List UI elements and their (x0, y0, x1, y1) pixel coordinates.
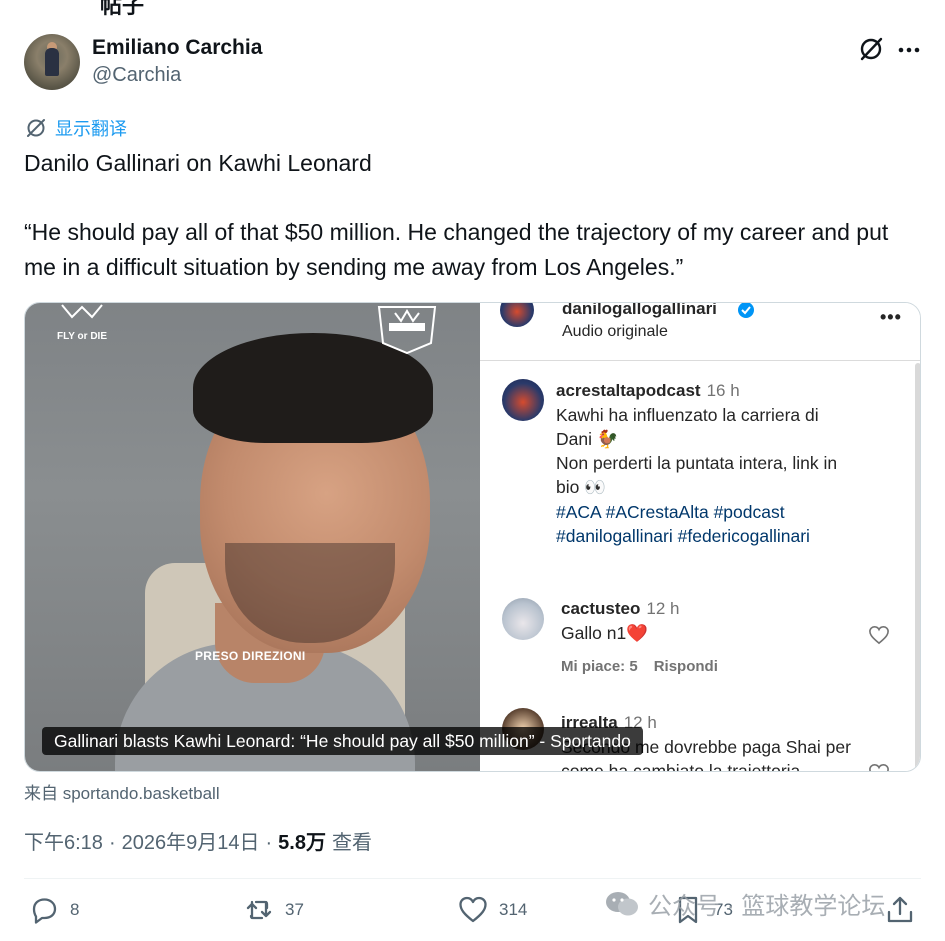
heart-icon (869, 625, 889, 645)
ig-comment-text: come ha cambiato la traiettoria (561, 761, 801, 772)
watermark: 公众号 · 篮球教学论坛 (604, 886, 885, 921)
translate-icon (27, 119, 45, 137)
ig-comment-text: Kawhi ha influenzato la carriera di (556, 405, 819, 425)
ig-hashtags: #ACA #ACrestaAlta #podcast (556, 502, 785, 522)
repost-count: 37 (285, 900, 304, 919)
heart-icon (869, 763, 889, 771)
tweet-line: Danilo Gallinari on Kawhi Leonard (24, 150, 372, 176)
author-handle[interactable]: @Carchia (92, 64, 181, 87)
instagram-screenshot: danilogallogallinari Audio originale •••… (480, 302, 920, 772)
video-logo-right (377, 306, 437, 355)
grok-icon[interactable] (858, 36, 884, 62)
views-label: 查看 (331, 832, 372, 854)
meta-separator: · (265, 832, 273, 854)
translate-label: 显示翻译 (55, 119, 127, 139)
ig-comment-text: bio 👀 (556, 477, 607, 497)
share-icon (887, 896, 913, 923)
tweet-text: Danilo Gallinari on Kawhi Leonard “He sh… (24, 146, 921, 285)
reply-icon (32, 898, 57, 924)
repost-button[interactable]: 37 (243, 892, 304, 928)
share-button[interactable] (884, 892, 916, 928)
heart-icon (459, 896, 487, 923)
ig-post-sub: Audio originale (562, 323, 668, 340)
video-burned-caption: PRESO DIREZIONI (195, 649, 306, 663)
video-logo-left: FLY or DIE (47, 303, 117, 343)
ig-post-header: danilogallogallinari Audio originale ••• (480, 302, 920, 361)
verified-badge-icon (738, 303, 754, 318)
link-source[interactable]: 来自 sportando.basketball (24, 779, 220, 804)
repost-icon (246, 900, 272, 920)
ig-avatar (502, 379, 544, 421)
wechat-icon (606, 891, 638, 915)
ig-avatar (502, 598, 544, 640)
ig-post-user: danilogallogallinari (562, 302, 717, 318)
views-count: 5.8万 (278, 832, 326, 854)
ig-more-icon: ••• (880, 307, 902, 327)
ig-comment-user: cactusteo 12 h (561, 599, 680, 618)
ig-comment-meta: Mi piace: 5 Rispondi (561, 658, 718, 675)
tweet-quote: “He should pay all of that $50 million. … (24, 219, 889, 280)
divider (24, 878, 921, 879)
ig-comment-text: Non perderti la puntata intera, link in (556, 453, 838, 473)
tweet-meta: 下午6:18 · 2026年9月14日 · 5.8万 查看 (24, 826, 372, 855)
reply-count: 8 (70, 900, 80, 919)
ig-hashtags: #danilogallinari #federicogallinari (556, 526, 810, 546)
avatar[interactable] (24, 34, 80, 90)
media-card[interactable]: FLY or DIE PRESO DIREZIONI danilogalloga… (24, 302, 921, 772)
reply-button[interactable]: 8 (28, 892, 79, 928)
ig-scrollbar (915, 363, 920, 771)
ig-comment-text: Dani 🐓 (556, 429, 619, 449)
author-display-name[interactable]: Emiliano Carchia (92, 36, 262, 60)
like-button[interactable]: 314 (457, 892, 527, 928)
meta-separator: · (108, 832, 116, 854)
like-count: 314 (499, 900, 528, 919)
translate-button[interactable]: 显示翻译 (25, 116, 127, 140)
page-header-title: 帖子 (100, 0, 145, 18)
tweet-date[interactable]: 2026年9月14日 (122, 826, 260, 855)
ig-comment-text: Gallo n1❤️ (561, 623, 648, 643)
tweet-time[interactable]: 下午6:18 (24, 826, 103, 855)
ig-avatar (500, 303, 534, 327)
more-options-icon[interactable] (896, 38, 922, 62)
card-title-overlay[interactable]: Gallinari blasts Kawhi Leonard: “He shou… (42, 727, 643, 755)
video-frame[interactable]: FLY or DIE PRESO DIREZIONI (25, 303, 480, 771)
ig-comment-user: acrestaltapodcast 16 h (556, 381, 740, 400)
tweet-header: Emiliano Carchia @Carchia (24, 34, 921, 92)
watermark-text: 公众号 · 篮球教学论坛 (648, 893, 886, 920)
